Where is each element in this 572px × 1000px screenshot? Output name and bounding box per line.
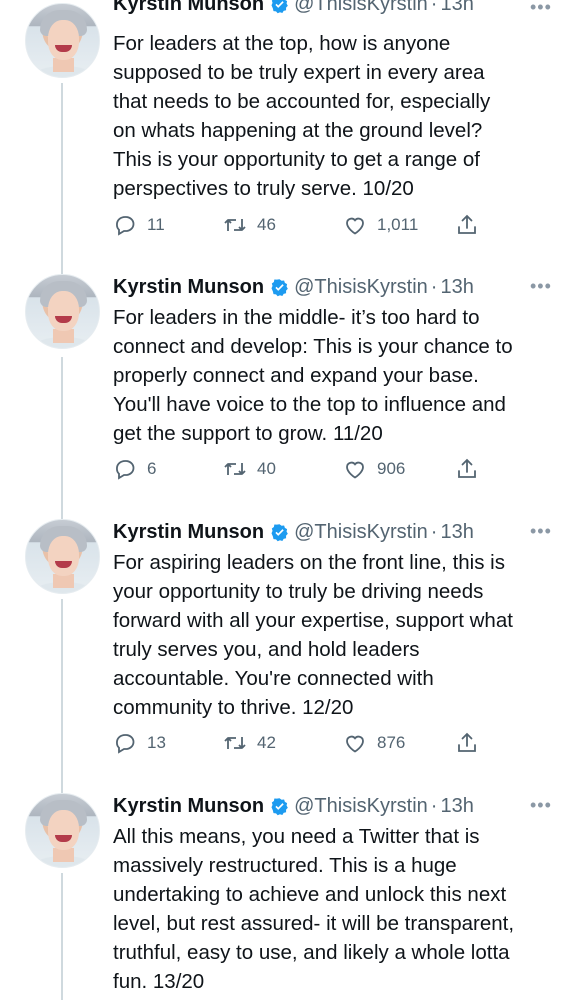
author-name[interactable]: Kyrstin Munson (113, 0, 264, 16)
share-icon (458, 732, 476, 752)
retweet-button[interactable]: 40 (223, 457, 276, 481)
share-icon (458, 458, 476, 478)
reply-count: 6 (147, 459, 157, 478)
tweet-text: For aspiring leaders on the front line, … (113, 551, 513, 719)
reply-button[interactable]: 11 (113, 213, 165, 237)
like-icon (346, 217, 364, 235)
tweet-text: For leaders in the middle- it’s too hard… (113, 306, 513, 445)
author-handle[interactable]: @ThisisKyrstin (294, 795, 428, 818)
thread-connector-line (61, 873, 63, 1000)
reply-icon (116, 734, 135, 754)
share-button[interactable] (455, 731, 479, 755)
tweet-actions: 11 46 1,011 (113, 213, 493, 237)
tweet-actions: 6 40 906 (113, 457, 493, 481)
separator-dot: · (430, 275, 438, 298)
tweet-timestamp[interactable]: 13h (440, 276, 473, 299)
separator-dot: · (430, 520, 438, 543)
tweet-timestamp[interactable]: 13h (440, 795, 473, 818)
verified-badge-icon (271, 797, 288, 815)
more-options-icon[interactable]: ••• (530, 0, 552, 18)
like-button[interactable]: 876 (343, 731, 405, 755)
like-button[interactable]: 906 (343, 457, 405, 481)
reply-icon (116, 216, 135, 236)
avatar[interactable] (25, 3, 100, 78)
verified-badge-icon (271, 523, 288, 541)
tweet-timestamp[interactable]: 13h (440, 521, 473, 544)
like-button[interactable]: 1,011 (343, 213, 418, 237)
more-options-icon[interactable]: ••• (530, 795, 552, 816)
thread-connector-line (61, 599, 63, 793)
retweet-icon (224, 219, 246, 231)
more-options-icon[interactable]: ••• (530, 276, 552, 297)
author-name[interactable]: Kyrstin Munson (113, 521, 264, 544)
author-handle[interactable]: @ThisisKyrstin (294, 0, 428, 16)
reply-icon (116, 460, 135, 480)
retweet-count: 42 (257, 733, 276, 752)
share-button[interactable] (455, 457, 479, 481)
tweet-header: Kyrstin Munson @ThisisKyrstin · 13h (113, 519, 474, 545)
separator-dot: · (430, 0, 438, 15)
like-icon (346, 461, 364, 479)
avatar[interactable] (25, 519, 100, 594)
verified-badge-icon (271, 278, 288, 296)
retweet-button[interactable]: 46 (223, 213, 276, 237)
retweet-count: 46 (257, 215, 276, 234)
separator-dot: · (430, 794, 438, 817)
like-count: 876 (377, 733, 406, 752)
tweet-header: Kyrstin Munson @ThisisKyrstin · 13h (113, 0, 474, 17)
thread-connector-line (61, 83, 63, 275)
tweet-header: Kyrstin Munson @ThisisKyrstin · 13h (113, 274, 474, 300)
author-name[interactable]: Kyrstin Munson (113, 276, 264, 299)
share-button[interactable] (455, 213, 479, 237)
more-options-icon[interactable]: ••• (530, 521, 552, 542)
author-handle[interactable]: @ThisisKyrstin (294, 521, 428, 544)
like-count: 906 (377, 459, 406, 478)
share-icon (458, 214, 476, 234)
author-handle[interactable]: @ThisisKyrstin (294, 276, 428, 299)
like-icon (346, 735, 364, 753)
verified-badge-icon (271, 0, 288, 13)
retweet-count: 40 (257, 459, 276, 478)
retweet-button[interactable]: 42 (223, 731, 276, 755)
avatar[interactable] (25, 274, 100, 349)
reply-button[interactable]: 13 (113, 731, 166, 755)
tweet-text: All this means, you need a Twitter that … (113, 825, 515, 993)
tweet-header: Kyrstin Munson @ThisisKyrstin · 13h (113, 793, 474, 819)
reply-count: 11 (147, 215, 165, 234)
retweet-icon (224, 463, 246, 475)
retweet-icon (224, 737, 246, 749)
thread-connector-line (61, 357, 63, 519)
tweet-actions: 13 42 876 (113, 731, 493, 755)
tweet-text: For leaders at the top, how is anyone su… (113, 32, 491, 200)
tweet-timestamp[interactable]: 13h (440, 0, 473, 16)
avatar[interactable] (25, 793, 100, 868)
reply-count: 13 (147, 733, 166, 752)
like-count: 1,011 (377, 215, 419, 234)
reply-button[interactable]: 6 (113, 457, 156, 481)
author-name[interactable]: Kyrstin Munson (113, 795, 264, 818)
